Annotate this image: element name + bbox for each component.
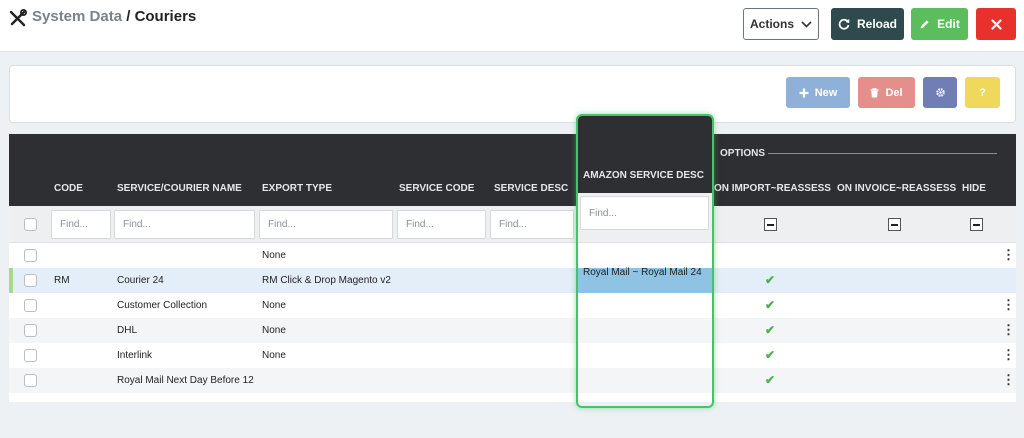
refresh-icon [838,18,850,30]
row-checkbox[interactable] [24,324,37,337]
column-header-service-code[interactable]: SERVICE CODE [399,183,474,194]
cell-export-type: RM Click & Drop Magento v2 [262,275,391,286]
table-header [9,134,1016,206]
cell-name: Royal Mail Next Day Before 12 [117,375,254,386]
tools-icon [9,9,27,27]
options-group-divider [768,153,997,154]
breadcrumb-separator: / [122,8,135,25]
row-checkbox[interactable] [24,374,37,387]
row-selected-marker [9,268,13,293]
filter-invoice-reassess-toggle[interactable] [888,218,901,231]
row-checkbox[interactable] [24,274,37,287]
new-label: New [814,86,838,99]
cell-export-type: None [262,325,286,336]
row-menu-icon[interactable]: ⋮ [1002,347,1015,363]
table-row[interactable] [9,318,1016,343]
column-header-hide[interactable]: HIDE [962,183,986,194]
filter-service-desc-input[interactable]: Find... [490,210,574,239]
breadcrumb-current: Couriers [134,8,197,25]
cell-name: DHL [117,325,138,336]
filter-hide-toggle[interactable] [970,218,983,231]
table-row[interactable] [9,243,1016,268]
trash-icon [870,87,879,97]
del-label: Del [885,86,903,99]
column-header-name[interactable]: SERVICE/COURIER NAME [117,183,242,194]
column-header-export-type[interactable]: EXPORT TYPE [262,183,332,194]
edit-label: Edit [937,17,960,31]
row-checkbox[interactable] [24,349,37,362]
cell-name: Customer Collection [117,300,208,311]
options-group-header: OPTIONS [720,148,766,159]
close-icon [990,18,1002,30]
settings-button[interactable] [923,77,957,108]
new-button[interactable]: New [786,77,850,108]
page-title: System Data / Couriers [32,8,196,25]
reload-button[interactable]: Reload [831,8,904,40]
delete-button[interactable]: Del [858,77,915,108]
cell-name: Courier 24 [117,275,164,286]
pencil-icon [920,19,929,28]
row-menu-icon[interactable]: ⋮ [1002,322,1015,338]
check-icon: ✔ [765,373,776,387]
chevron-down-icon [801,20,812,28]
check-icon: ✔ [765,298,776,312]
cell-export-type: None [262,350,286,361]
column-header-code[interactable]: CODE [54,183,83,194]
row-checkbox[interactable] [24,299,37,312]
actions-dropdown-button[interactable]: Actions [743,8,819,40]
plus-icon [799,88,809,97]
column-header-import-reassess[interactable]: ON IMPORT~REASSESS [714,183,831,194]
table-row[interactable] [9,343,1016,368]
filter-import-reassess-toggle[interactable] [764,218,777,231]
filter-service-code-input[interactable]: Find... [397,210,486,239]
filter-export-type-input[interactable]: Find... [259,210,393,239]
cell-code: RM [54,275,70,286]
cell-export-type: None [262,250,286,261]
row-menu-icon[interactable]: ⋮ [1002,372,1015,388]
row-menu-icon[interactable]: ⋮ [1002,247,1015,263]
reload-label: Reload [856,17,897,31]
amazon-column-focus-outline [576,114,714,408]
help-button[interactable]: ? [965,77,1000,108]
row-menu-icon[interactable]: ⋮ [1002,297,1015,313]
breadcrumb-parent[interactable]: System Data [32,8,122,25]
gear-icon [935,88,945,97]
help-label: ? [979,86,986,99]
column-header-invoice-reassess[interactable]: ON INVOICE~REASSESS [837,183,956,194]
filter-code-input[interactable]: Find... [51,210,111,239]
column-header-service-desc[interactable]: SERVICE DESC [494,183,568,194]
check-icon: ✔ [765,273,776,287]
actions-label: Actions [749,17,794,31]
edit-button[interactable]: Edit [911,8,968,40]
check-icon: ✔ [765,323,776,337]
select-all-checkbox[interactable] [24,218,37,231]
cell-export-type: None [262,300,286,311]
filter-name-input[interactable]: Find... [114,210,255,239]
row-checkbox[interactable] [24,249,37,262]
cell-name: Interlink [117,350,153,361]
check-icon: ✔ [765,348,776,362]
close-button[interactable] [976,8,1016,40]
